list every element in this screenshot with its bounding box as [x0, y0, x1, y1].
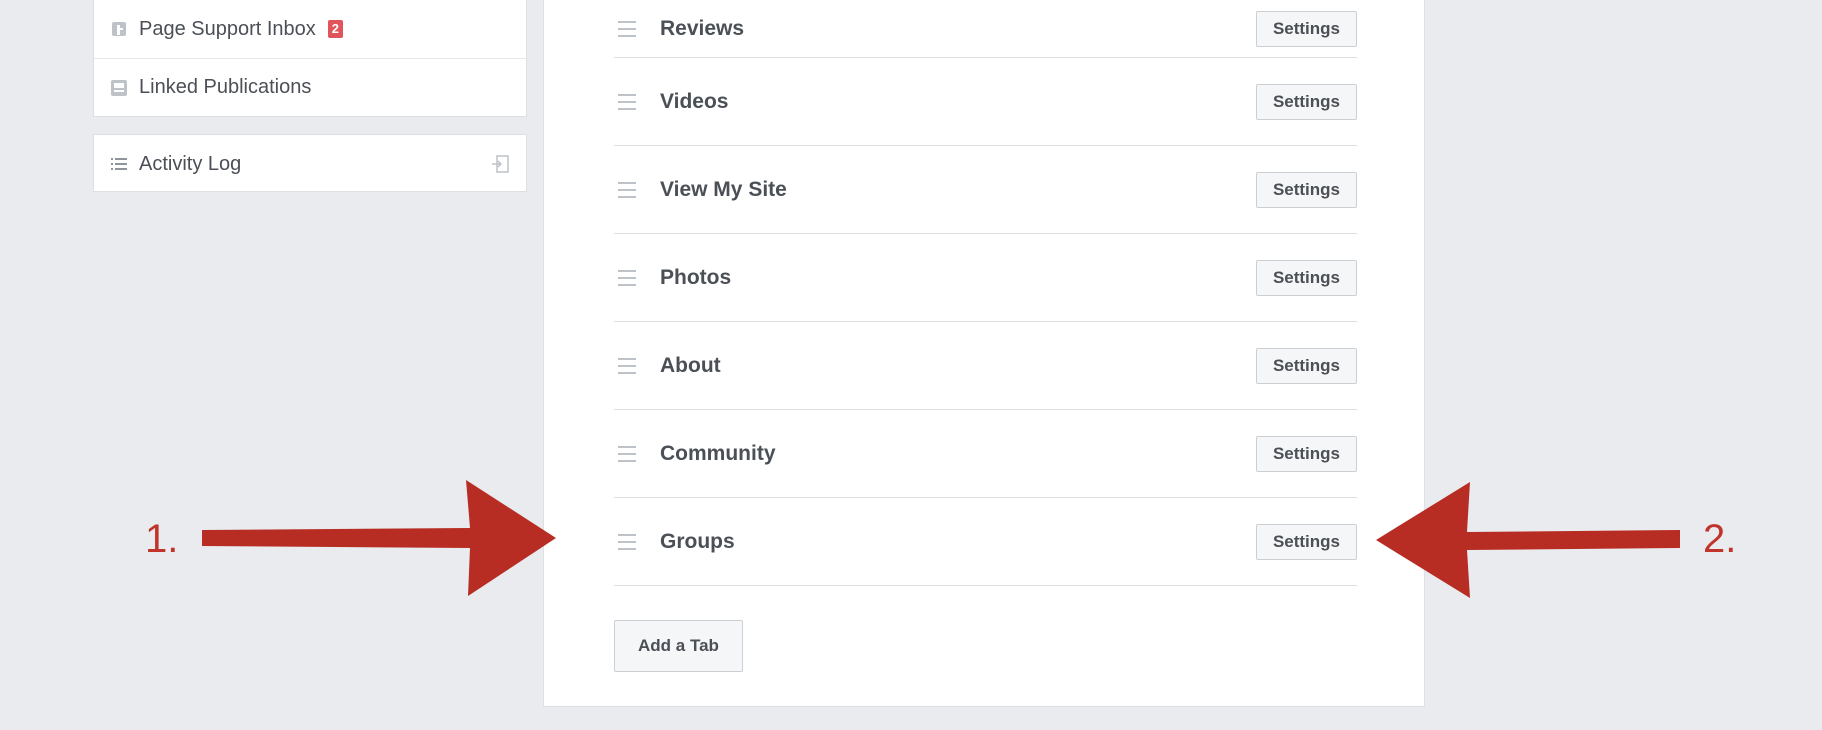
settings-button[interactable]: Settings: [1255, 10, 1357, 47]
sidebar-menu: Page Support Inbox 2 Linked Publications: [93, 0, 527, 117]
page: Page Support Inbox 2 Linked Publications…: [0, 0, 1822, 730]
annotation-number-1: 1.: [145, 517, 179, 561]
annotation-arrow-left-icon: [1376, 482, 1680, 598]
tab-row-view-my-site: View My Site Settings: [614, 146, 1357, 234]
drag-handle-icon[interactable]: [618, 445, 636, 462]
annotation-arrow-right-icon: [202, 480, 556, 596]
tab-row-about: About Settings: [614, 322, 1357, 410]
settings-button[interactable]: Settings: [1255, 259, 1357, 296]
drag-handle-icon[interactable]: [618, 93, 636, 110]
drag-handle-icon[interactable]: [618, 181, 636, 198]
settings-button[interactable]: Settings: [1255, 83, 1357, 120]
tab-label: Videos: [660, 89, 729, 113]
tab-label: Photos: [660, 265, 732, 289]
sidebar-item-activity-log[interactable]: Activity Log: [94, 135, 526, 193]
tab-label: About: [660, 353, 721, 377]
drag-handle-icon[interactable]: [618, 357, 636, 374]
publication-icon: [110, 79, 128, 97]
notification-badge: 2: [327, 20, 344, 38]
exit-icon[interactable]: [491, 155, 509, 173]
settings-button[interactable]: Settings: [1255, 171, 1357, 208]
page-support-icon: [110, 20, 128, 38]
settings-button[interactable]: Settings: [1255, 347, 1357, 384]
drag-handle-icon[interactable]: [618, 269, 636, 286]
add-a-tab-button[interactable]: Add a Tab: [614, 620, 743, 672]
sidebar-item-label: Activity Log: [139, 152, 242, 175]
settings-button[interactable]: Settings: [1255, 523, 1357, 560]
list-icon: [110, 155, 128, 173]
sidebar-item-label: Page Support Inbox: [139, 17, 316, 40]
activity-log-card: Activity Log: [93, 134, 527, 192]
sidebar-item-page-support-inbox[interactable]: Page Support Inbox 2: [94, 0, 526, 58]
tab-row-community: Community Settings: [614, 410, 1357, 498]
tab-label: Groups: [660, 529, 735, 553]
tab-label: Community: [660, 441, 776, 465]
tabs-panel: Reviews Settings Videos Settings View My…: [543, 0, 1425, 707]
annotation-number-2: 2.: [1703, 517, 1737, 561]
tab-list: Reviews Settings Videos Settings View My…: [614, 0, 1357, 586]
drag-handle-icon[interactable]: [618, 20, 636, 37]
sidebar-item-label: Linked Publications: [139, 76, 312, 98]
tab-label: Reviews: [660, 16, 745, 40]
sidebar-item-linked-publications[interactable]: Linked Publications: [94, 58, 526, 116]
tab-row-groups: Groups Settings: [614, 498, 1357, 586]
drag-handle-icon[interactable]: [618, 533, 636, 550]
settings-button[interactable]: Settings: [1255, 435, 1357, 472]
tab-row-photos: Photos Settings: [614, 234, 1357, 322]
tab-row-videos: Videos Settings: [614, 58, 1357, 146]
tab-label: View My Site: [660, 177, 787, 201]
tab-row-reviews: Reviews Settings: [614, 0, 1357, 58]
